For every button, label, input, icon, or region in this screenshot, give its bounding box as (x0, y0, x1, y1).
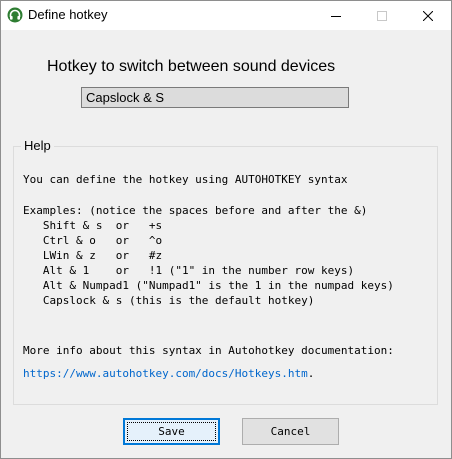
minimize-button[interactable] (313, 1, 359, 30)
maximize-icon (377, 10, 387, 21)
example-line: Ctrl & o or ^o (23, 234, 163, 247)
hotkey-input[interactable] (81, 87, 349, 108)
example-line: Alt & Numpad1 ("Numpad1" is the 1 in the… (23, 279, 394, 292)
window-title: Define hotkey (28, 7, 108, 22)
examples-title: Examples: (notice the spaces before and … (23, 204, 368, 217)
documentation-link-row: https://www.autohotkey.com/docs/Hotkeys.… (23, 366, 314, 381)
example-line: Shift & s or +s (23, 219, 163, 232)
cancel-button-label: Cancel (270, 425, 311, 438)
hotkey-heading: Hotkey to switch between sound devices (47, 58, 336, 75)
more-info-text: More info about this syntax in Autohotke… (23, 344, 394, 357)
help-intro-text: You can define the hotkey using AUTOHOTK… (23, 173, 348, 186)
example-line: LWin & z or #z (23, 249, 163, 262)
close-icon (423, 10, 433, 21)
close-button[interactable] (405, 1, 451, 30)
focus-ring (127, 422, 216, 441)
define-hotkey-window: Define hotkey Hotkey to switch between s… (0, 0, 452, 459)
maximize-button[interactable] (359, 1, 405, 30)
example-line: Alt & 1 or !1 ("1" in the number row key… (23, 264, 355, 277)
cancel-button[interactable]: Cancel (242, 418, 339, 445)
minimize-icon (331, 15, 341, 17)
title-bar[interactable]: Define hotkey (1, 1, 451, 30)
link-suffix: . (307, 367, 315, 380)
example-line: Capslock & s (this is the default hotkey… (23, 294, 315, 307)
headphone-icon (7, 7, 23, 23)
save-button[interactable]: Save (123, 418, 220, 445)
help-legend: Help (21, 138, 54, 153)
documentation-link[interactable]: https://www.autohotkey.com/docs/Hotkeys.… (23, 367, 308, 380)
